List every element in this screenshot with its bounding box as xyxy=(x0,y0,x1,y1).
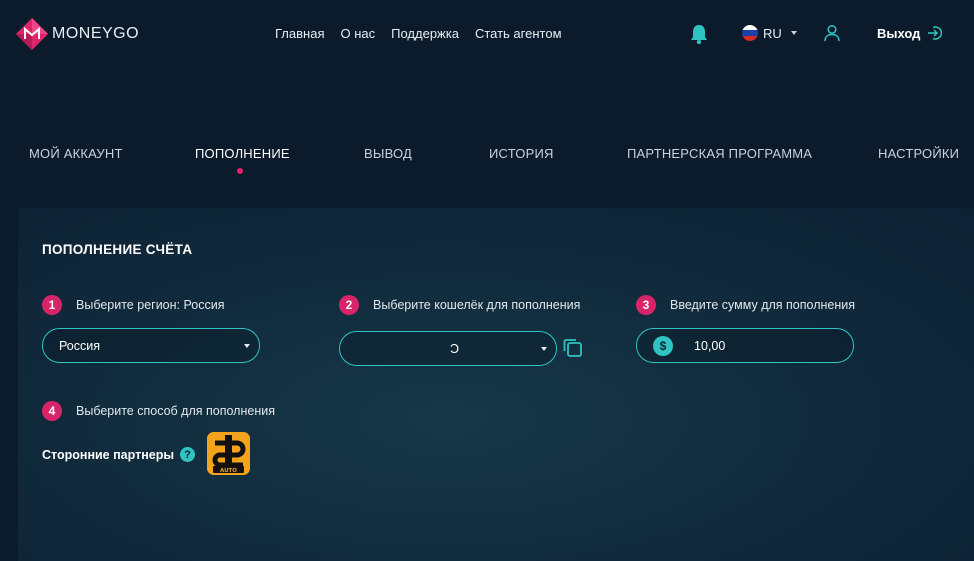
step-label: Выберите кошелёк для пополнения xyxy=(373,298,581,312)
language-selector[interactable]: RU xyxy=(742,25,797,41)
region-select[interactable]: Россия xyxy=(42,328,260,363)
tab-history[interactable]: ИСТОРИЯ xyxy=(489,146,554,161)
partner-logo-icon: AUTO xyxy=(207,432,250,475)
tab-deposit[interactable]: ПОПОЛНЕНИЕ xyxy=(195,146,290,161)
partner-method-button[interactable]: AUTO xyxy=(207,432,250,475)
language-label: RU xyxy=(763,25,782,41)
nav-become-agent[interactable]: Стать агентом xyxy=(475,26,562,41)
logo-diamond-icon xyxy=(16,18,48,50)
step-number: 4 xyxy=(42,401,62,421)
active-tab-indicator xyxy=(237,168,243,174)
logo[interactable]: MONEYGO xyxy=(16,18,139,50)
step-amount: 3 Введите сумму для пополнения xyxy=(636,295,855,315)
tab-settings[interactable]: НАСТРОЙКИ xyxy=(878,146,959,161)
russia-flag-icon xyxy=(742,25,758,41)
dollar-icon: $ xyxy=(653,335,673,356)
region-value: Россия xyxy=(59,338,100,353)
step-number: 3 xyxy=(636,295,656,315)
step-label: Выберите регион: Россия xyxy=(76,298,225,312)
logout-button[interactable]: Выход xyxy=(877,25,943,41)
logout-icon xyxy=(928,26,943,40)
step-number: 1 xyxy=(42,295,62,315)
tab-partner-program[interactable]: ПАРТНЕРСКАЯ ПРОГРАММА xyxy=(627,146,812,161)
step-label: Введите сумму для пополнения xyxy=(670,298,856,312)
nav-about[interactable]: О нас xyxy=(340,26,375,41)
main-nav: Главная О нас Поддержка Стать агентом xyxy=(275,26,562,41)
tab-withdraw[interactable]: ВЫВОД xyxy=(364,146,412,161)
amount-input[interactable]: $ 10,00 xyxy=(636,328,854,363)
wallet-value: Ɔ xyxy=(450,341,460,356)
logo-text: MONEYGO xyxy=(52,25,140,42)
chevron-down-icon xyxy=(244,344,250,348)
step-region: 1 Выберите регион: Россия xyxy=(42,295,224,315)
third-party-partners: Сторонние партнеры ? xyxy=(42,447,196,462)
nav-home[interactable]: Главная xyxy=(275,26,324,41)
top-header: MONEYGO Главная О нас Поддержка Стать аг… xyxy=(0,0,974,68)
chevron-down-icon xyxy=(541,347,547,351)
step-method: 4 Выберите способ для пополнения xyxy=(42,401,275,421)
step-label: Выберите способ для пополнения xyxy=(76,404,275,418)
partners-label: Сторонние партнеры xyxy=(42,447,175,462)
account-tabs: МОЙ АККАУНТ ПОПОЛНЕНИЕ ВЫВОД ИСТОРИЯ ПАР… xyxy=(0,146,974,176)
partner-logo-text: AUTO xyxy=(220,468,237,474)
wallet-select[interactable]: Ɔ xyxy=(339,331,557,366)
step-wallet: 2 Выберите кошелёк для пополнения xyxy=(339,295,580,315)
amount-value: 10,00 xyxy=(694,338,726,353)
tab-my-account[interactable]: МОЙ АККАУНТ xyxy=(29,146,123,161)
user-icon[interactable] xyxy=(823,24,841,42)
nav-support[interactable]: Поддержка xyxy=(391,26,459,41)
help-icon[interactable]: ? xyxy=(180,447,196,462)
bell-icon[interactable] xyxy=(688,23,710,45)
chevron-down-icon xyxy=(790,31,797,35)
page-title: ПОПОЛНЕНИЕ СЧЁТА xyxy=(42,242,193,257)
logout-label: Выход xyxy=(877,25,921,41)
step-number: 2 xyxy=(339,295,359,315)
copy-icon[interactable] xyxy=(562,337,583,358)
deposit-panel xyxy=(18,208,974,561)
